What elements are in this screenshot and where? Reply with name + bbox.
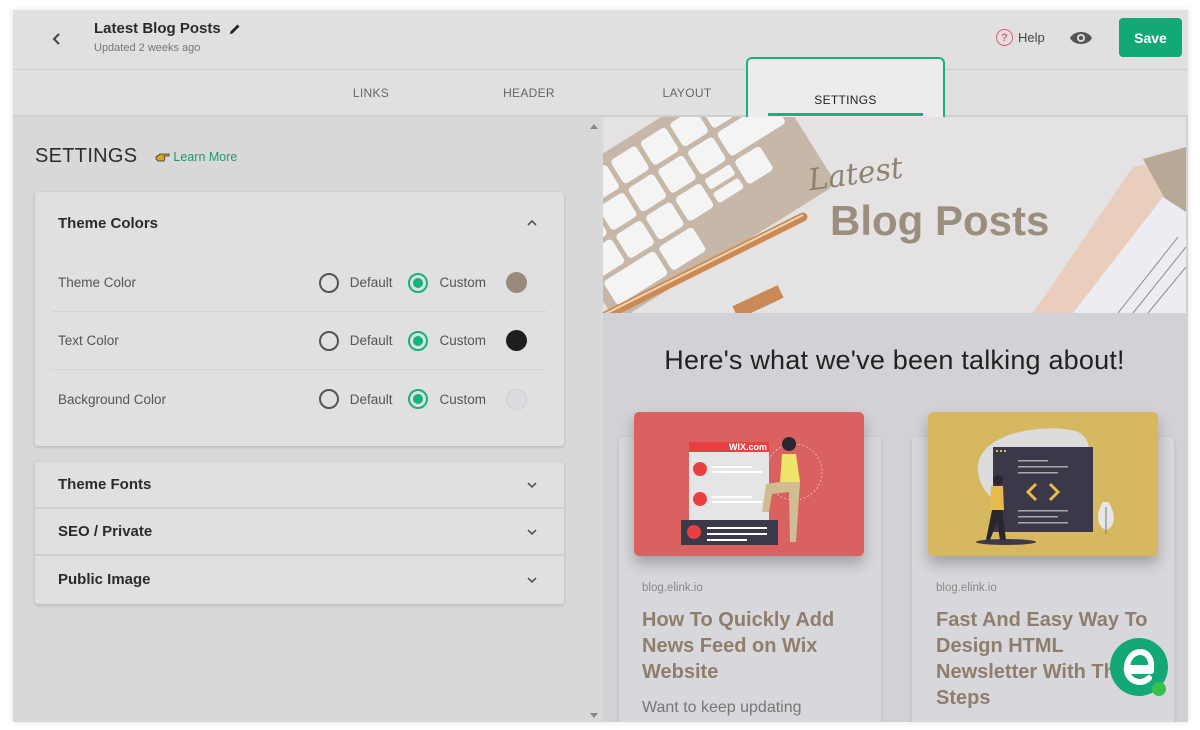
wix-logo-text: WIX.com [729, 442, 767, 452]
theme-color-swatch[interactable] [506, 272, 527, 293]
background-color-default-radio[interactable] [318, 389, 339, 409]
preview-scrollbar[interactable] [586, 117, 603, 722]
custom-label[interactable]: Custom [439, 392, 486, 407]
theme-color-custom-radio[interactable] [408, 272, 429, 293]
seo-private-title: SEO / Private [58, 523, 153, 540]
theme-colors-title: Theme Colors [58, 214, 159, 232]
theme-fonts-section[interactable]: Theme Fonts [35, 462, 564, 509]
background-color-label: Background Color [58, 391, 167, 407]
preview-button[interactable] [1069, 28, 1093, 48]
help-button[interactable]: ? Help [996, 29, 1045, 46]
settings-accordion: Theme Fonts SEO / Private Public Image [35, 462, 564, 604]
background-color-custom-radio[interactable] [408, 389, 429, 409]
elink-chat-button[interactable] [1110, 638, 1168, 696]
online-status-dot [1152, 682, 1166, 696]
save-button[interactable]: Save [1119, 18, 1182, 57]
tab-layout[interactable]: LAYOUT [629, 70, 745, 116]
code-illustration [976, 428, 1114, 545]
active-tab-indicator [768, 113, 923, 116]
default-label[interactable]: Default [350, 275, 393, 290]
post-image[interactable]: WIX.com [634, 412, 864, 556]
theme-colors-header[interactable]: Theme Colors [35, 192, 564, 254]
chevron-down-icon [527, 576, 537, 583]
updated-timestamp: Updated 2 weeks ago [94, 42, 201, 54]
wix-illustration: WIX.com [681, 437, 823, 545]
question-circle-icon: ? [996, 29, 1013, 46]
preview-pane: Latest Blog Posts Here's what we've been… [586, 117, 1188, 722]
text-color-row: Text Color Default Custom [52, 312, 547, 370]
theme-fonts-title: Theme Fonts [58, 476, 152, 493]
text-color-label: Text Color [58, 333, 119, 348]
default-label[interactable]: Default [350, 333, 393, 348]
post-source: blog.elink.io [936, 582, 997, 594]
public-image-section[interactable]: Public Image [35, 556, 564, 603]
theme-color-label: Theme Color [58, 275, 137, 290]
learn-more-label: Learn More [173, 149, 238, 164]
post-excerpt: Want to keep updating [642, 699, 802, 716]
settings-title: SETTINGS [35, 145, 138, 167]
custom-label[interactable]: Custom [439, 275, 486, 290]
settings-panel: SETTINGS Learn More Theme Colors Theme C… [13, 117, 586, 722]
default-label[interactable]: Default [350, 392, 393, 407]
tab-bar: LINKS HEADER LAYOUT SETTINGS [13, 57, 1188, 128]
preview-headline: Here's what we've been talking about! [664, 345, 1125, 375]
pointing-hand-icon [156, 153, 170, 161]
page-title: Latest Blog Posts [94, 20, 221, 37]
tab-header[interactable]: HEADER [471, 70, 587, 116]
chevron-up-icon [527, 219, 537, 226]
public-image-title: Public Image [58, 571, 151, 588]
post-image[interactable] [928, 412, 1158, 556]
eye-icon [1070, 32, 1092, 44]
tab-settings-label: SETTINGS [814, 92, 877, 107]
theme-colors-section: Theme Colors Theme Color Default Custom … [35, 192, 564, 446]
background-color-swatch[interactable] [506, 388, 527, 410]
scroll-down-arrow-icon[interactable] [590, 713, 598, 718]
post-title[interactable]: How To Quickly Add News Feed on Wix Webs… [642, 607, 857, 685]
theme-color-row: Theme Color Default Custom [52, 254, 547, 312]
background-color-row: Background Color Default Custom [52, 370, 547, 428]
chevron-down-icon [527, 528, 537, 535]
hero-title: Blog Posts [830, 197, 1050, 244]
text-color-custom-radio[interactable] [408, 330, 429, 351]
top-bar: Latest Blog Posts Updated 2 weeks ago ? … [13, 10, 1188, 70]
tab-links[interactable]: LINKS [313, 70, 429, 116]
custom-label[interactable]: Custom [439, 333, 486, 348]
seo-private-section[interactable]: SEO / Private [35, 509, 564, 556]
post-source: blog.elink.io [642, 582, 703, 594]
text-color-swatch[interactable] [506, 330, 527, 351]
app-window: Latest Blog Posts Updated 2 weeks ago ? … [13, 10, 1188, 722]
scroll-up-arrow-icon[interactable] [590, 124, 598, 129]
pencil-icon[interactable] [229, 23, 241, 35]
hero-banner: Latest Blog Posts [603, 117, 1186, 313]
title-block: Latest Blog Posts Updated 2 weeks ago [94, 20, 241, 54]
back-button[interactable] [47, 28, 67, 50]
theme-color-default-radio[interactable] [318, 272, 339, 293]
learn-more-link[interactable]: Learn More [155, 150, 237, 164]
text-color-default-radio[interactable] [318, 330, 339, 351]
chevron-left-icon [52, 33, 60, 45]
chevron-down-icon [527, 481, 537, 488]
help-label: Help [1018, 30, 1045, 45]
